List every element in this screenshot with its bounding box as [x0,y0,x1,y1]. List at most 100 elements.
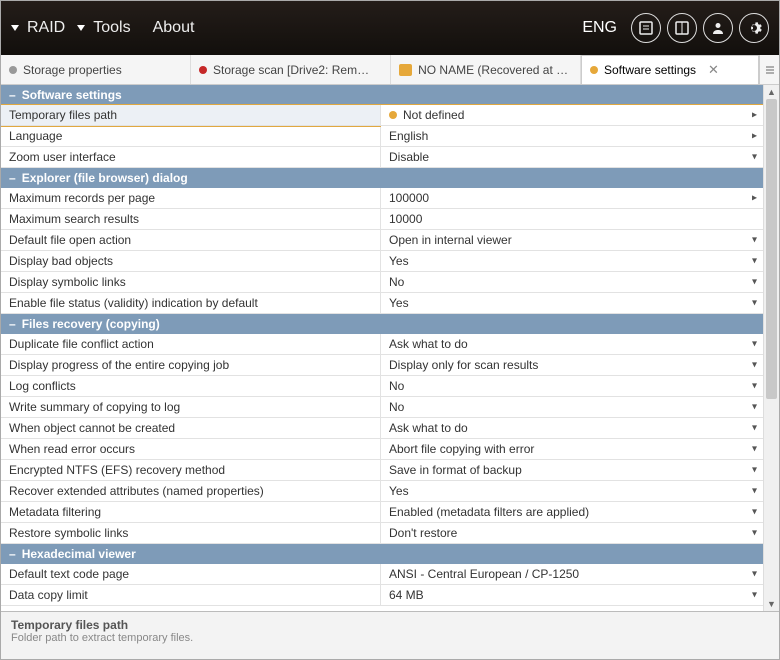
setting-value[interactable]: Open in internal viewer▾ [381,230,763,250]
document-icon[interactable] [631,13,661,43]
setting-value[interactable]: No▾ [381,397,763,417]
setting-value[interactable]: Not defined▸ [381,105,763,125]
setting-row[interactable]: Duplicate file conflict actionAsk what t… [1,334,763,355]
tab-software-settings[interactable]: Software settings ✕ [581,55,759,84]
setting-value[interactable]: No▾ [381,376,763,396]
setting-value[interactable]: 100000▸ [381,188,763,208]
setting-key: Data copy limit [1,585,381,605]
setting-value[interactable]: Yes▾ [381,293,763,313]
section-header[interactable]: –Files recovery (copying) [1,314,763,334]
setting-value[interactable]: Don't restore▾ [381,523,763,543]
chevron-down-icon: ▾ [752,402,757,413]
setting-row[interactable]: Default text code pageANSI - Central Eur… [1,564,763,585]
setting-value[interactable]: Yes▾ [381,251,763,271]
tabs-overflow-button[interactable] [759,55,779,84]
setting-row[interactable]: Temporary files pathNot defined▸ [1,105,763,126]
setting-row[interactable]: Metadata filteringEnabled (metadata filt… [1,502,763,523]
section-header[interactable]: –Explorer (file browser) dialog [1,168,763,188]
setting-value-text: 100000 [389,191,429,205]
setting-row[interactable]: Maximum search results 10000 [1,209,763,230]
setting-row[interactable]: Log conflictsNo▾ [1,376,763,397]
setting-row[interactable]: When read error occursAbort file copying… [1,439,763,460]
vertical-scrollbar[interactable]: ▲ ▼ [763,85,779,611]
chevron-down-icon: ▾ [752,528,757,539]
setting-value[interactable]: Ask what to do▾ [381,418,763,438]
setting-value[interactable]: Abort file copying with error ▾ [381,439,763,459]
setting-row[interactable]: Write summary of copying to logNo▾ [1,397,763,418]
chevron-down-icon: ▾ [752,277,757,288]
setting-key: Maximum records per page [1,188,381,208]
setting-value-text: 10000 [389,212,422,226]
scroll-down-icon[interactable]: ▼ [764,597,779,611]
tab-label: Storage properties [23,63,122,77]
setting-value-text: English [389,129,428,143]
chevron-down-icon: ▾ [752,590,757,601]
setting-key: Default text code page [1,564,381,584]
section-header[interactable]: –Hexadecimal viewer [1,544,763,564]
setting-key: Encrypted NTFS (EFS) recovery method [1,460,381,480]
chevron-down-icon: ▾ [752,360,757,371]
chevron-down-icon: ▾ [752,339,757,350]
setting-row[interactable]: Enable file status (validity) indication… [1,293,763,314]
setting-row[interactable]: Restore symbolic linksDon't restore▾ [1,523,763,544]
setting-value[interactable]: Disable▾ [381,147,763,167]
setting-key: Language [1,126,381,146]
setting-value-text: Yes [389,296,409,310]
setting-row[interactable]: Data copy limit64 MB▾ [1,585,763,606]
setting-value[interactable]: Yes▾ [381,481,763,501]
scroll-up-icon[interactable]: ▲ [764,85,779,99]
language-selector[interactable]: ENG [582,19,617,37]
setting-row[interactable]: Display bad objectsYes▾ [1,251,763,272]
tab-recovered-volume[interactable]: NO NAME (Recovered at 0 o... [391,55,581,84]
tab-storage-scan[interactable]: Storage scan [Drive2: Remov... [191,55,391,84]
status-dot-icon [590,66,598,74]
user-icon[interactable] [703,13,733,43]
columns-icon[interactable] [667,13,697,43]
setting-key: Duplicate file conflict action [1,334,381,354]
setting-row[interactable]: Recover extended attributes (named prope… [1,481,763,502]
setting-row[interactable]: LanguageEnglish▸ [1,126,763,147]
scrollbar-thumb[interactable] [766,99,777,399]
menu-dropdown-arrow-icon [77,25,85,31]
setting-value[interactable]: English▸ [381,126,763,146]
setting-key: Display bad objects [1,251,381,271]
setting-row[interactable]: Maximum records per page100000▸ [1,188,763,209]
setting-value[interactable]: Save in format of backup▾ [381,460,763,480]
section-header[interactable]: –Software settings [1,85,763,105]
setting-value[interactable]: ANSI - Central European / CP-1250▾ [381,564,763,584]
setting-row[interactable]: When object cannot be createdAsk what to… [1,418,763,439]
setting-row[interactable]: Encrypted NTFS (EFS) recovery methodSave… [1,460,763,481]
status-dot-icon [199,66,207,74]
chevron-down-icon: ▾ [752,423,757,434]
setting-value[interactable]: 64 MB▾ [381,585,763,605]
setting-row[interactable]: Default file open actionOpen in internal… [1,230,763,251]
setting-value[interactable]: No▾ [381,272,763,292]
setting-row[interactable]: Display progress of the entire copying j… [1,355,763,376]
setting-value-text: Abort file copying with error [389,442,534,456]
menu-about[interactable]: About [143,15,205,41]
menu-raid[interactable]: RAID [25,15,75,41]
setting-key: Restore symbolic links [1,523,381,543]
setting-key: Recover extended attributes (named prope… [1,481,381,501]
setting-value-text: Not defined [403,108,464,122]
setting-key: Maximum search results [1,209,381,229]
chevron-down-icon: ▾ [752,507,757,518]
chevron-down-icon: ▾ [752,444,757,455]
menu-tools[interactable]: Tools [91,15,140,41]
setting-value-text: Enabled (metadata filters are applied) [389,505,589,519]
setting-value[interactable]: Enabled (metadata filters are applied) ▾ [381,502,763,522]
setting-value-text: Display only for scan results [389,358,538,372]
setting-value-text: Disable [389,150,429,164]
setting-value[interactable]: Ask what to do▾ [381,334,763,354]
setting-row[interactable]: Display symbolic linksNo▾ [1,272,763,293]
tab-storage-properties[interactable]: Storage properties [1,55,191,84]
chevron-down-icon: ▾ [752,256,757,267]
setting-key: Zoom user interface [1,147,381,167]
setting-key: Log conflicts [1,376,381,396]
gear-icon[interactable] [739,13,769,43]
setting-value[interactable]: 10000 [381,209,763,229]
setting-key: When read error occurs [1,439,381,459]
close-icon[interactable]: ✕ [708,62,719,78]
setting-row[interactable]: Zoom user interfaceDisable▾ [1,147,763,168]
setting-value[interactable]: Display only for scan results ▾ [381,355,763,375]
